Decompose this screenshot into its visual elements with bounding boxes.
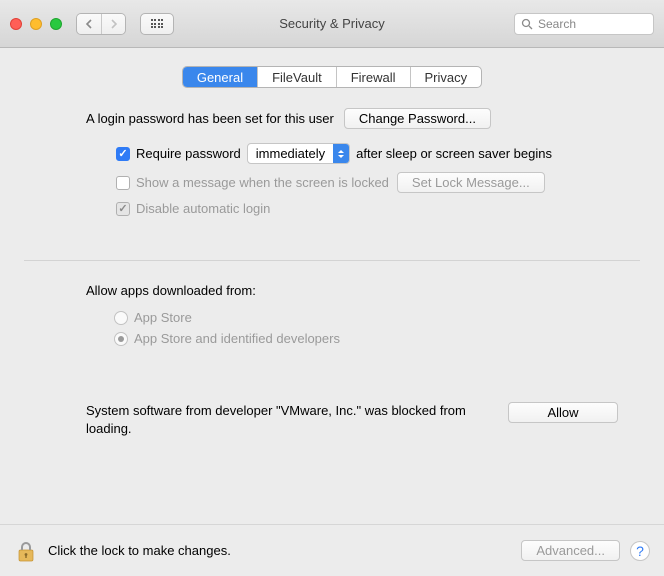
allow-identified-developers-radio bbox=[114, 332, 128, 346]
require-password-delay-dropdown[interactable]: immediately bbox=[247, 143, 350, 164]
tab-filevault[interactable]: FileVault bbox=[257, 67, 336, 87]
grid-icon bbox=[151, 19, 164, 28]
nav-back-forward bbox=[76, 13, 126, 35]
require-password-label: Require password bbox=[136, 146, 241, 161]
allow-blocked-button[interactable]: Allow bbox=[508, 402, 618, 423]
search-icon bbox=[521, 18, 533, 30]
tab-bar: General FileVault Firewall Privacy bbox=[182, 66, 482, 88]
show-lock-message-label: Show a message when the screen is locked bbox=[136, 175, 389, 190]
advanced-button[interactable]: Advanced... bbox=[521, 540, 620, 561]
set-lock-message-button: Set Lock Message... bbox=[397, 172, 545, 193]
change-password-button[interactable]: Change Password... bbox=[344, 108, 491, 129]
close-window-button[interactable] bbox=[10, 18, 22, 30]
lock-button[interactable] bbox=[14, 539, 38, 563]
allow-app-store-radio bbox=[114, 311, 128, 325]
disable-auto-login-label: Disable automatic login bbox=[136, 201, 270, 216]
blocked-software-message: System software from developer "VMware, … bbox=[86, 402, 466, 438]
disable-auto-login-checkbox[interactable] bbox=[116, 202, 130, 216]
allow-identified-developers-label: App Store and identified developers bbox=[134, 331, 340, 346]
require-password-delay-value: immediately bbox=[256, 146, 325, 161]
forward-button[interactable] bbox=[101, 14, 125, 34]
lock-icon bbox=[16, 540, 36, 562]
search-placeholder: Search bbox=[538, 17, 576, 31]
login-password-set-text: A login password has been set for this u… bbox=[86, 111, 334, 126]
lock-hint-text: Click the lock to make changes. bbox=[48, 543, 231, 558]
allow-app-store-label: App Store bbox=[134, 310, 192, 325]
back-button[interactable] bbox=[77, 14, 101, 34]
window-controls bbox=[10, 18, 62, 30]
chevron-right-icon bbox=[110, 19, 118, 29]
show-lock-message-checkbox[interactable] bbox=[116, 176, 130, 190]
tab-firewall[interactable]: Firewall bbox=[336, 67, 410, 87]
chevron-up-down-icon bbox=[333, 144, 349, 163]
zoom-window-button[interactable] bbox=[50, 18, 62, 30]
require-password-checkbox[interactable] bbox=[116, 147, 130, 161]
require-password-after-text: after sleep or screen saver begins bbox=[356, 146, 552, 161]
tab-general[interactable]: General bbox=[183, 67, 257, 87]
help-button[interactable]: ? bbox=[630, 541, 650, 561]
chevron-left-icon bbox=[85, 19, 93, 29]
allow-apps-heading: Allow apps downloaded from: bbox=[86, 283, 578, 298]
tab-privacy[interactable]: Privacy bbox=[410, 67, 482, 87]
minimize-window-button[interactable] bbox=[30, 18, 42, 30]
show-all-prefs-button[interactable] bbox=[140, 13, 174, 35]
search-input[interactable]: Search bbox=[514, 13, 654, 35]
